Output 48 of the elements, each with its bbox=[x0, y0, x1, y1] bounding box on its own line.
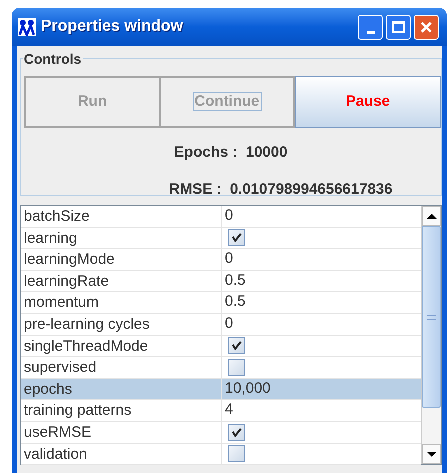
property-row[interactable]: epochs 10,000 bbox=[21, 378, 421, 400]
property-value[interactable]: 0.5 bbox=[225, 291, 246, 314]
property-name: supervised bbox=[21, 357, 222, 378]
scroll-up-button[interactable] bbox=[422, 206, 441, 226]
property-name: validation bbox=[21, 444, 222, 464]
app-icon bbox=[18, 18, 36, 36]
stat-text: Epochs : 10000 bbox=[174, 143, 288, 163]
checkbox[interactable] bbox=[228, 445, 245, 462]
property-value[interactable]: 0 bbox=[225, 248, 234, 271]
property-name: batchSize bbox=[21, 206, 222, 227]
checkbox[interactable] bbox=[228, 358, 245, 376]
property-value[interactable]: 0.5 bbox=[225, 270, 246, 292]
property-row[interactable]: momentum 0.5 bbox=[21, 292, 421, 314]
property-value[interactable]: 0 bbox=[225, 205, 234, 228]
checkbox[interactable] bbox=[228, 337, 245, 354]
property-row[interactable]: learningRate 0.5 bbox=[21, 270, 421, 292]
property-row[interactable]: useRMSE bbox=[21, 422, 421, 444]
property-name: pre-learning cycles bbox=[21, 314, 222, 335]
property-row[interactable]: singleThreadMode bbox=[21, 336, 421, 358]
property-name: learningRate bbox=[21, 270, 222, 292]
property-row[interactable]: supervised bbox=[21, 357, 421, 379]
stat-text: RMSE : 0.010798994656617836 bbox=[169, 180, 393, 200]
property-row[interactable]: validation bbox=[21, 444, 421, 466]
property-name: momentum bbox=[21, 292, 222, 313]
property-row[interactable]: batchSize 0 bbox=[21, 206, 421, 228]
property-name: epochs bbox=[21, 378, 222, 400]
property-value[interactable]: 10,000 bbox=[225, 378, 271, 400]
property-value[interactable]: 4 bbox=[225, 399, 234, 422]
property-name: useRMSE bbox=[21, 422, 222, 443]
property-row[interactable]: learningMode 0 bbox=[21, 249, 421, 271]
maximize-button[interactable] bbox=[386, 14, 411, 40]
property-name: training patterns bbox=[21, 400, 222, 421]
property-name: singleThreadMode bbox=[21, 336, 222, 356]
window-title: Properties window bbox=[41, 17, 184, 37]
close-button[interactable] bbox=[414, 14, 439, 40]
property-row[interactable]: learning bbox=[21, 228, 421, 250]
scroll-thumb[interactable] bbox=[422, 226, 441, 408]
property-value[interactable]: 0 bbox=[225, 313, 234, 336]
property-name: learningMode bbox=[21, 249, 222, 270]
property-name: learning bbox=[21, 228, 222, 248]
close-icon bbox=[420, 20, 433, 34]
checkbox[interactable] bbox=[228, 229, 245, 246]
property-row[interactable]: pre-learning cycles 0 bbox=[21, 314, 421, 336]
scroll-down-button[interactable] bbox=[422, 444, 441, 464]
scrollbar[interactable] bbox=[421, 206, 441, 464]
minimize-button[interactable] bbox=[358, 14, 383, 40]
property-row[interactable]: training patterns 4 bbox=[21, 400, 421, 422]
checkbox[interactable] bbox=[228, 424, 245, 441]
